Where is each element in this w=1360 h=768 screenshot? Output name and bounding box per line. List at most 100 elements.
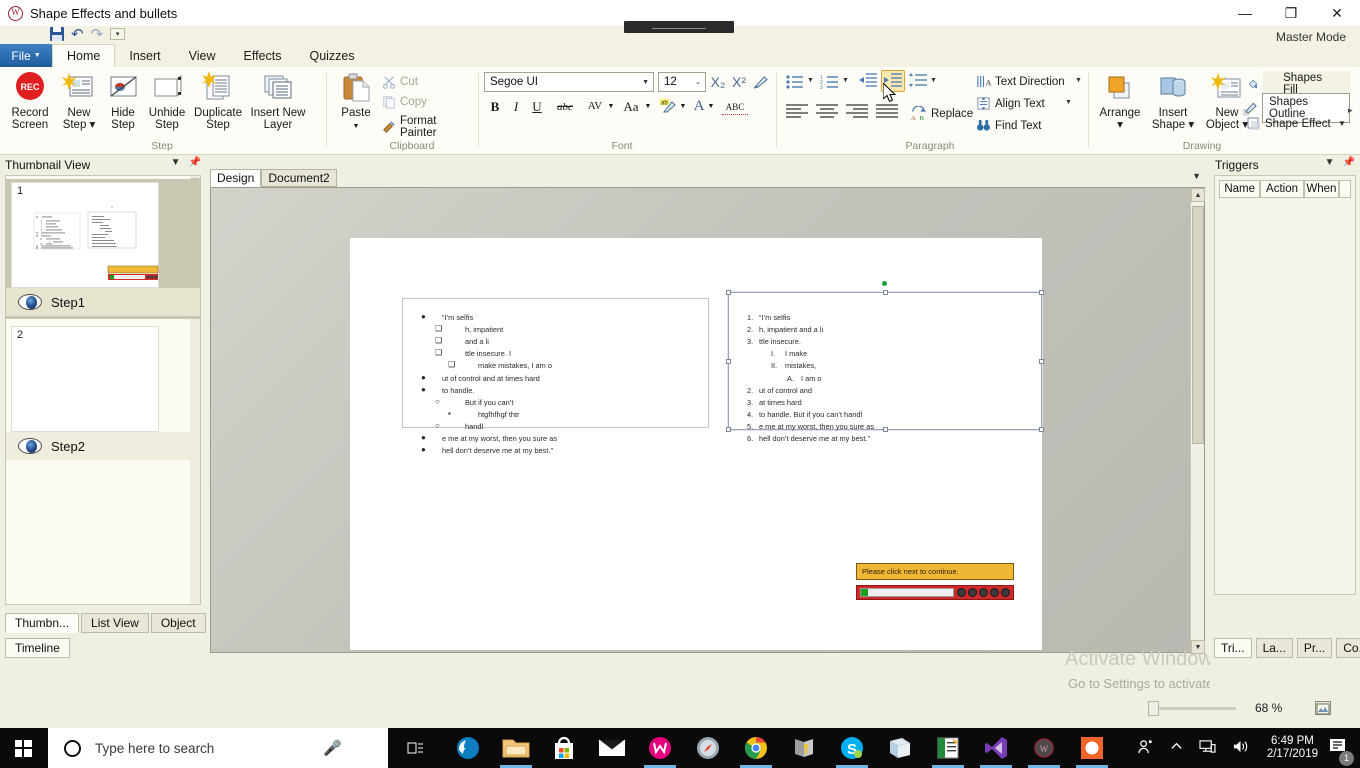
notifications-icon[interactable]: 1 (1328, 737, 1354, 766)
decrease-indent-button[interactable] (858, 72, 878, 90)
resize-handle-w[interactable] (726, 359, 731, 364)
activepresenter-icon[interactable] (1068, 728, 1116, 768)
file-explorer-icon[interactable] (492, 728, 540, 768)
visual-studio-icon[interactable] (972, 728, 1020, 768)
spelling-button[interactable]: ABC (722, 99, 748, 115)
resize-handle-se[interactable] (1039, 427, 1044, 432)
pin-icon[interactable]: 📌 (1343, 157, 1355, 168)
chevron-down-icon[interactable]: ▼ (1338, 119, 1346, 128)
safari-icon[interactable] (684, 728, 732, 768)
tab-design[interactable]: Design (210, 169, 262, 187)
underline-button[interactable]: U (528, 98, 546, 116)
play-icon[interactable] (968, 588, 977, 597)
change-case-button[interactable]: Aa (620, 98, 642, 116)
record-screen-button[interactable]: REC Record Screen (2, 71, 58, 131)
unhide-step-button[interactable]: Unhide Step (144, 71, 190, 131)
cut-button[interactable]: Cut (382, 75, 418, 89)
format-painter-button[interactable]: Format Painter (382, 115, 476, 139)
font-family-combo[interactable]: Segoe UI ▼ (484, 72, 654, 92)
chevron-down-icon[interactable]: ▼ (842, 77, 849, 84)
chevron-down-icon[interactable]: ▼ (706, 100, 716, 112)
tab-triggers[interactable]: Tri... (1214, 638, 1252, 658)
chevron-down-icon[interactable]: ▼ (606, 100, 616, 112)
windows-start-icon[interactable] (0, 728, 46, 768)
paste-button[interactable]: Paste ▼ (334, 71, 378, 133)
bullets-button[interactable] (785, 73, 805, 96)
replace-button[interactable]: A B Replace (910, 106, 973, 121)
chevron-down-icon[interactable]: ▼ (678, 100, 688, 112)
redo-icon[interactable]: ↷ (91, 27, 104, 42)
task-view-icon[interactable] (396, 728, 436, 768)
tab-object[interactable]: Object (150, 613, 206, 633)
search-input[interactable]: Type here to search 🎤 (48, 728, 388, 768)
align-center-button[interactable] (815, 103, 839, 124)
textbox-bulleted[interactable]: ● “I’m selfis ❑ h, impatient ❑ and a li ❑ ttle … (402, 298, 709, 455)
fit-to-window-icon[interactable] (1315, 701, 1331, 715)
tab-thumbnail-view[interactable]: Thumbn... (5, 613, 80, 633)
align-right-button[interactable] (845, 103, 869, 124)
find-text-button[interactable]: Find Text (976, 118, 1041, 133)
canvas-viewport[interactable]: ● “I’m selfis ❑ h, impatient ❑ and a li ❑ ttle … (210, 187, 1205, 654)
resize-handle-sw[interactable] (726, 427, 731, 432)
ribbon-expand-icon[interactable]: ▸ (1348, 105, 1353, 116)
canvas-vertical-scrollbar[interactable]: ▲ ▼ (1190, 188, 1205, 654)
chevron-down-icon[interactable]: ▼ (930, 77, 937, 84)
bandicam-icon[interactable] (780, 728, 828, 768)
tab-comments[interactable]: Co... (1336, 638, 1360, 658)
microsoft-store-icon[interactable] (540, 728, 588, 768)
chevron-down-icon[interactable]: ▼ (807, 77, 814, 84)
tab-view[interactable]: View (175, 44, 230, 67)
volume-icon[interactable] (1232, 739, 1249, 757)
microphone-icon[interactable]: 🎤 (323, 739, 342, 757)
player-bar[interactable] (856, 585, 1014, 600)
insert-new-layer-button[interactable]: Insert New Layer (246, 71, 310, 131)
scroll-up-button[interactable]: ▲ (1191, 188, 1205, 202)
close-button[interactable]: ✕ (1314, 0, 1360, 26)
character-spacing-button[interactable]: AV (583, 97, 607, 115)
tab-quizzes[interactable]: Quizzes (295, 44, 368, 67)
duplicate-step-button[interactable]: Duplicate Step (190, 71, 246, 131)
clear-formatting-button[interactable] (750, 73, 770, 91)
numbering-button[interactable]: 123 (820, 73, 840, 96)
tab-insert[interactable]: Insert (115, 44, 174, 67)
chevron-down-icon[interactable]: ▼ (1065, 99, 1072, 106)
chevron-down-icon[interactable]: ▼ (353, 121, 360, 133)
maximize-button[interactable]: ❐ (1268, 0, 1314, 26)
minimize-button[interactable]: — (1222, 0, 1268, 26)
people-icon[interactable] (1137, 738, 1154, 758)
shape-effect-button[interactable]: Shape Effect (1247, 117, 1331, 131)
textbox-numbered[interactable]: 1. “I’m selfis 2. h, impatient and a li 3. tt… (726, 281, 1044, 443)
customize-qat-icon[interactable]: ▾ (110, 28, 126, 40)
rotation-handle[interactable] (882, 281, 887, 286)
line-spacing-button[interactable] (908, 72, 928, 90)
resize-handle-n[interactable] (883, 290, 888, 295)
chevron-down-icon[interactable]: ▼ (171, 157, 181, 168)
tab-document2[interactable]: Document2 (261, 169, 337, 187)
window-drag-strip[interactable] (624, 21, 734, 33)
font-size-combo[interactable]: 12 ⌄ (658, 72, 706, 92)
subscript-button[interactable]: X₂ (708, 73, 728, 91)
italic-button[interactable]: I (508, 98, 524, 116)
network-icon[interactable] (1199, 739, 1216, 757)
chevron-down-icon[interactable]: ▼ (1075, 77, 1082, 84)
copy-button[interactable]: Copy (382, 95, 427, 109)
pin-icon[interactable]: 📌 (189, 157, 201, 168)
taskbar-clock[interactable]: 6:49 PM 2/17/2019 (1267, 735, 1318, 761)
insert-shape-button[interactable]: Insert Shape ▾ (1146, 71, 1200, 131)
resize-handle-nw[interactable] (726, 290, 731, 295)
slide-canvas[interactable]: ● “I’m selfis ❑ h, impatient ❑ and a li ❑ ttle … (350, 238, 1044, 650)
hide-step-button[interactable]: Hide Step (101, 71, 145, 131)
chevron-down-icon[interactable]: ▼ (643, 100, 653, 112)
tab-properties[interactable]: Pr... (1296, 638, 1333, 658)
tab-timeline[interactable]: Timeline (5, 638, 70, 658)
tab-file[interactable]: File ▼ (0, 44, 52, 67)
chevron-down-icon[interactable]: ▼ (1325, 157, 1335, 168)
scrollbar-thumb[interactable] (1192, 206, 1204, 444)
player-progress-track[interactable] (860, 588, 954, 597)
tab-effects[interactable]: Effects (229, 44, 295, 67)
superscript-button[interactable]: X² (729, 73, 749, 91)
text-direction-button[interactable]: A Text Direction (976, 74, 1065, 89)
align-text-button[interactable]: Align Text (976, 96, 1045, 111)
text-highlight-button[interactable]: ab (658, 97, 678, 115)
tab-layers[interactable]: La... (1255, 638, 1293, 658)
